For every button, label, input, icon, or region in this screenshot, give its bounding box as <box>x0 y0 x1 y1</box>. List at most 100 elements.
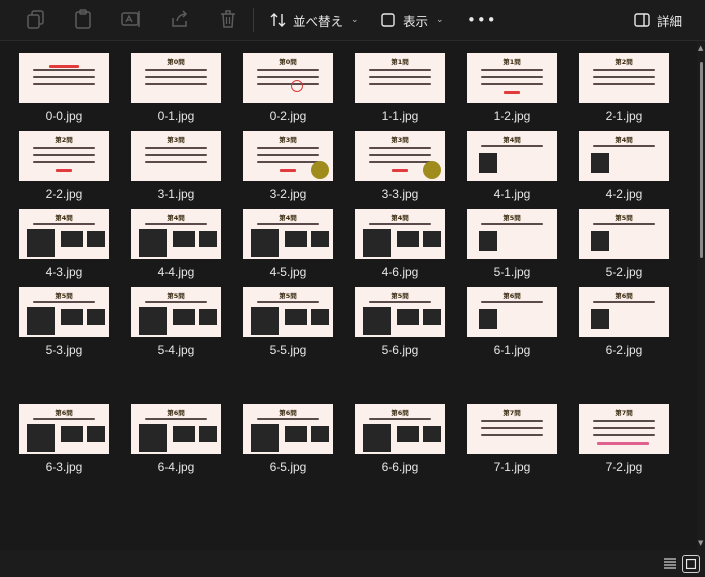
view-button[interactable]: 表示 ⌄ <box>379 9 444 31</box>
more-options-button[interactable]: ••• <box>467 11 497 29</box>
thumbnail-text-line <box>481 223 543 225</box>
thumbnail-text-line <box>145 83 207 85</box>
thumbnail-text-line <box>33 154 95 156</box>
toolbar-separator <box>253 8 254 32</box>
thumbnail-text-line <box>481 420 543 422</box>
thumbnail-image <box>285 426 307 442</box>
view-icon <box>381 13 395 27</box>
file-thumbnail: 第6問 <box>355 404 445 454</box>
thumbnail-text-line <box>33 69 95 71</box>
file-thumbnail: 第7問 <box>467 404 557 454</box>
thumbnail-text-line <box>369 69 431 71</box>
rename-icon[interactable] <box>120 8 142 30</box>
thumbnail-image <box>423 426 441 442</box>
thumbnail-image <box>591 231 609 251</box>
file-name: 5-1.jpg <box>493 265 531 279</box>
thumbnail-image <box>61 426 83 442</box>
scroll-down-icon[interactable]: ▼ <box>698 539 703 547</box>
file-thumbnail: 第1問 <box>355 53 445 103</box>
file-name: 5-6.jpg <box>381 343 419 357</box>
thumbnail-title: 第4問 <box>503 136 521 144</box>
details-pane-button[interactable]: 詳細 <box>633 9 682 31</box>
thumbnail-image <box>311 231 329 247</box>
thumbnail-text-line <box>481 145 543 147</box>
thumbnail-image <box>397 231 419 247</box>
sort-button[interactable]: 並べ替え ⌄ <box>269 9 359 31</box>
copy-icon[interactable] <box>25 8 47 30</box>
file-name: 3-2.jpg <box>269 187 307 201</box>
thumbnail-title: 第7問 <box>615 409 633 417</box>
details-pane-icon <box>634 13 650 27</box>
file-thumbnail: 第3問 <box>131 131 221 181</box>
file-name: 7-2.jpg <box>605 460 643 474</box>
thumbnail-text-line <box>257 161 319 163</box>
thumbnail-title: 第6問 <box>615 292 633 300</box>
thumbnail-highlight <box>49 65 79 68</box>
thumbnail-text-line <box>593 223 655 225</box>
thumbnail-image <box>479 153 497 173</box>
paste-icon[interactable] <box>72 8 94 30</box>
thumbnail-title: 第1問 <box>503 58 521 66</box>
file-thumbnail: 第2問 <box>579 53 669 103</box>
details-view-icon[interactable] <box>661 555 679 573</box>
file-name: 3-1.jpg <box>157 187 195 201</box>
file-thumbnail: 第6問 <box>579 287 669 337</box>
thumbnail-text-line <box>145 223 207 225</box>
share-icon[interactable] <box>169 8 191 30</box>
delete-icon[interactable] <box>217 8 239 30</box>
thumbnail-image <box>173 309 195 325</box>
thumbnail-text-line <box>145 69 207 71</box>
thumbnail-text-line <box>481 427 543 429</box>
scroll-up-icon[interactable]: ▲ <box>698 44 703 52</box>
answer-mark <box>504 91 520 94</box>
file-thumbnail: 第2問 <box>19 131 109 181</box>
character-image <box>311 161 329 179</box>
thumbnail-text-line <box>33 83 95 85</box>
thumbnail-image <box>87 309 105 325</box>
thumbnail-title: 第2問 <box>55 136 73 144</box>
file-thumbnail: 第6問 <box>19 404 109 454</box>
file-view: 0-0.jpg 第0問 0-1.jpg 第0問 0-2.jpg 第1問 1-1.jpg 第1問… <box>0 41 697 550</box>
file-name: 5-5.jpg <box>269 343 307 357</box>
answer-mark <box>597 442 649 445</box>
thumbnail-title: 第4問 <box>55 214 73 222</box>
thumbnail-text-line <box>257 301 319 303</box>
thumbnail-title: 第0問 <box>167 58 185 66</box>
file-thumbnail: 第1問 <box>467 53 557 103</box>
thumbnail-text-line <box>257 154 319 156</box>
answer-circle <box>291 80 303 92</box>
sort-icon <box>270 13 286 27</box>
file-name: 0-2.jpg <box>269 109 307 123</box>
thumbnail-text-line <box>369 161 431 163</box>
thumbnail-image <box>363 307 391 335</box>
file-name: 4-2.jpg <box>605 187 643 201</box>
thumbnail-text-line <box>257 147 319 149</box>
thumbnail-title: 第0問 <box>279 58 297 66</box>
file-thumbnail: 第4問 <box>243 209 333 259</box>
thumbnail-text-line <box>593 145 655 147</box>
details-label: 詳細 <box>657 13 683 29</box>
file-thumbnail: 第4問 <box>131 209 221 259</box>
file-thumbnail: 第3問 <box>355 131 445 181</box>
thumbnail-text-line <box>481 76 543 78</box>
file-name: 4-1.jpg <box>493 187 531 201</box>
thumbnail-image <box>251 424 279 452</box>
thumbnail-title: 第5問 <box>167 292 185 300</box>
file-thumbnail: 第4問 <box>467 131 557 181</box>
file-thumbnail: 第5問 <box>579 209 669 259</box>
thumbnail-image <box>311 426 329 442</box>
thumbnail-title: 第5問 <box>391 292 409 300</box>
thumbnail-title: 第7問 <box>503 409 521 417</box>
large-icons-view-icon[interactable] <box>682 555 700 573</box>
thumbnail-text-line <box>593 76 655 78</box>
file-name: 4-5.jpg <box>269 265 307 279</box>
thumbnail-image <box>139 307 167 335</box>
file-name: 6-2.jpg <box>605 343 643 357</box>
thumbnail-image <box>139 424 167 452</box>
thumbnail-text-line <box>369 76 431 78</box>
thumbnail-title: 第4問 <box>615 136 633 144</box>
thumbnail-image <box>251 229 279 257</box>
file-name: 4-6.jpg <box>381 265 419 279</box>
scrollbar-thumb[interactable] <box>700 62 703 258</box>
thumbnail-image <box>423 309 441 325</box>
